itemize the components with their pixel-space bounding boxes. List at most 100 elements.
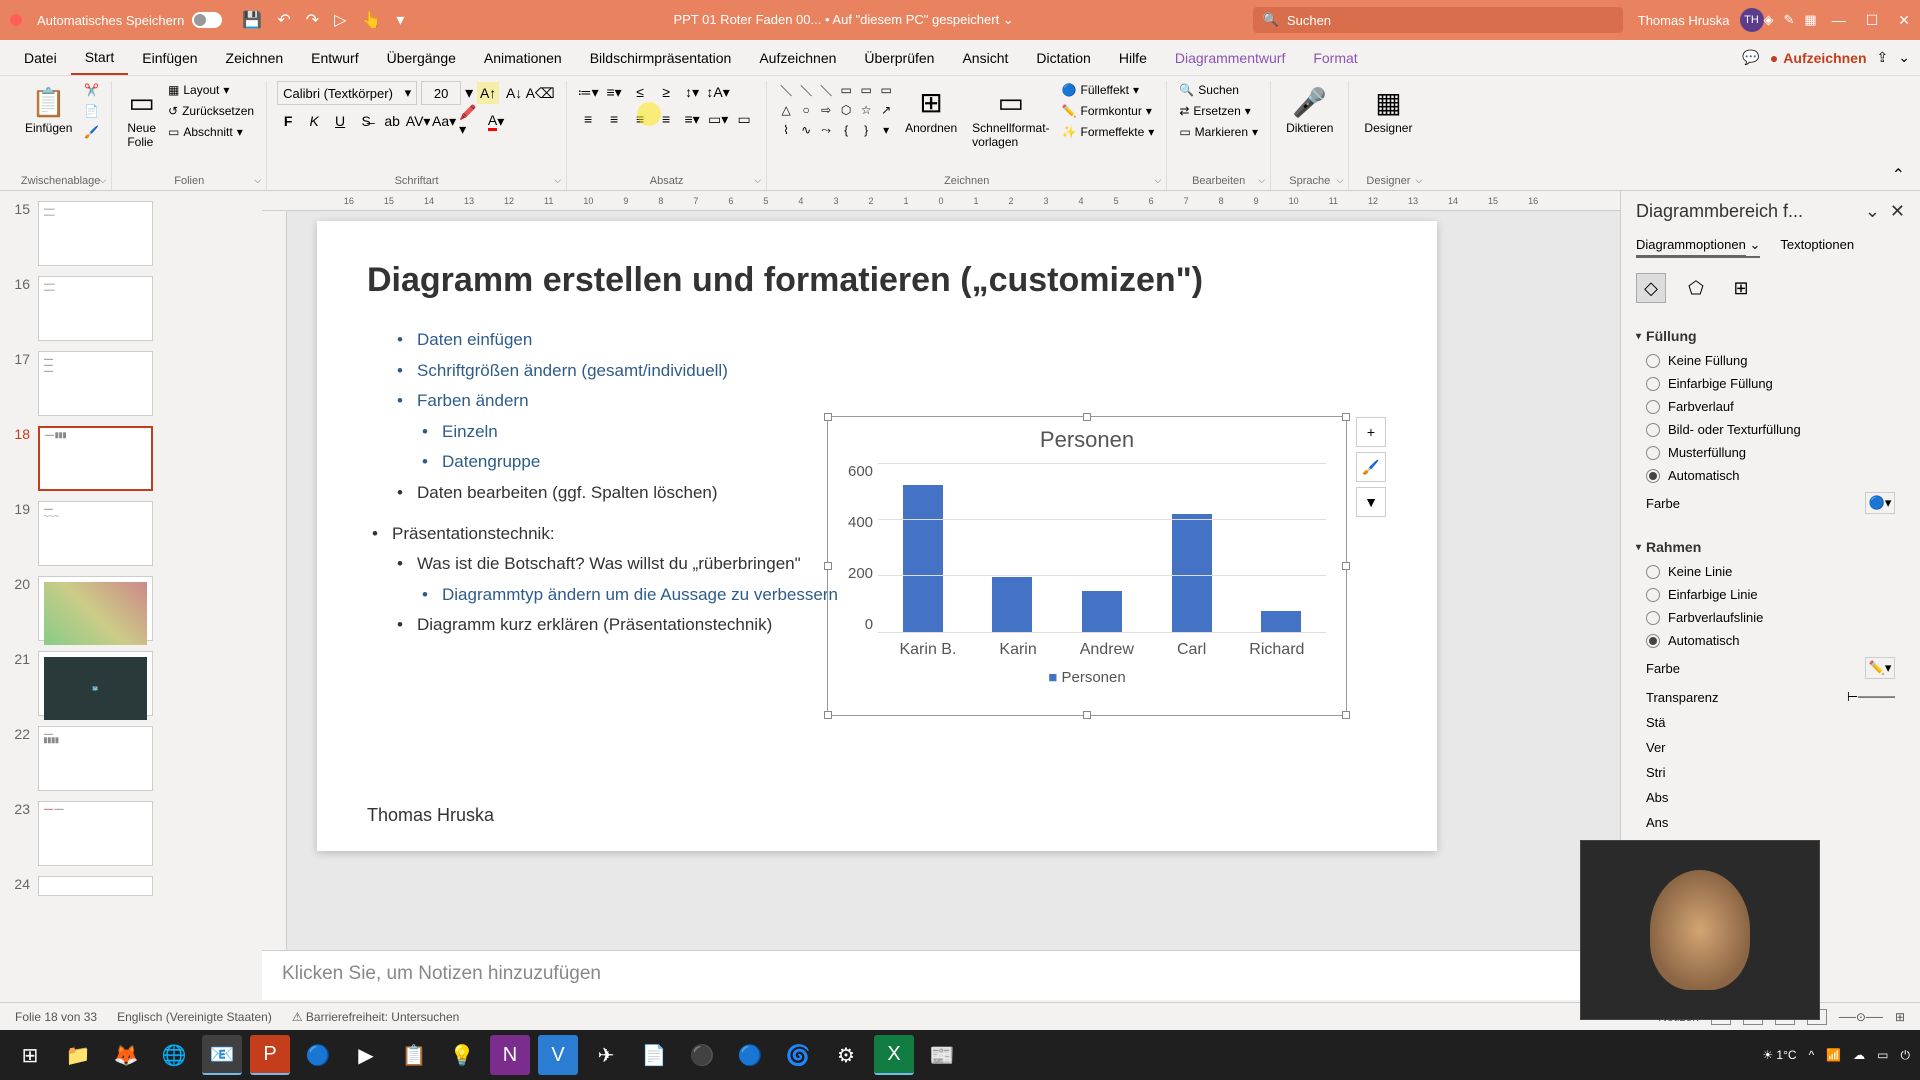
font-size-input[interactable]: 20 [421, 81, 461, 105]
tab-format[interactable]: Format [1299, 42, 1371, 74]
tab-bildschirm[interactable]: Bildschirmpräsentation [576, 42, 746, 74]
firefox-icon[interactable]: 🦊 [106, 1035, 146, 1075]
app-icon[interactable]: 🌀 [778, 1035, 818, 1075]
start-menu-icon[interactable]: ⊞ [10, 1035, 50, 1075]
app-icon[interactable]: 🔵 [298, 1035, 338, 1075]
app-icon[interactable]: 💡 [442, 1035, 482, 1075]
font-color-icon[interactable]: A▾ [485, 110, 507, 132]
spacing-icon[interactable]: AV▾ [407, 110, 429, 132]
minimize-icon[interactable]: — [1832, 12, 1846, 29]
resize-handle[interactable] [1083, 413, 1091, 421]
share-icon[interactable]: ⇪ [1877, 49, 1889, 66]
select-button[interactable]: ▭ Markieren ▾ [1177, 123, 1260, 141]
tab-animationen[interactable]: Animationen [470, 42, 576, 74]
chart-plot-area[interactable]: 600 400 200 0 [828, 463, 1346, 633]
chart-legend[interactable]: Personen [828, 659, 1346, 696]
close-icon[interactable]: ✕ [1898, 12, 1910, 29]
pen-icon[interactable]: ✎ [1784, 12, 1795, 28]
chart-filters-button[interactable]: ▼ [1356, 487, 1386, 517]
autosave-toggle[interactable]: Automatisches Speichern [37, 12, 222, 28]
bullets-icon[interactable]: ≔▾ [577, 81, 599, 103]
radio-solid-fill[interactable]: Einfarbige Füllung [1636, 372, 1905, 395]
bold-icon[interactable]: F [277, 110, 299, 132]
fill-line-icon[interactable]: ◇ [1636, 273, 1666, 303]
obs-icon[interactable]: ⚫ [682, 1035, 722, 1075]
tab-uebergaenge[interactable]: Übergänge [373, 42, 470, 74]
format-painter-button[interactable]: 🖌️ [82, 123, 101, 141]
bullet-item[interactable]: Farben ändern [367, 386, 1387, 417]
tray-cloud-icon[interactable]: ☁ [1853, 1048, 1865, 1062]
tab-entwurf[interactable]: Entwurf [297, 42, 372, 74]
shape-line-icon[interactable]: ＼ [777, 81, 795, 99]
transparency-slider[interactable]: ⊢──── [1847, 689, 1895, 705]
customize-qat-icon[interactable]: ▾ [396, 10, 404, 30]
numbering-icon[interactable]: ≡▾ [603, 81, 625, 103]
slide-thumbnail-17[interactable]: ━━━━━━━━━ [38, 351, 153, 416]
slide-thumbnail-18[interactable]: ━━━ ▊▊▊ [38, 426, 153, 491]
paste-button[interactable]: 📋Einfügen [20, 81, 77, 140]
chart-title[interactable]: Personen [828, 417, 1346, 463]
maximize-icon[interactable]: ☐ [1866, 12, 1879, 29]
section-header[interactable]: Rahmen [1636, 534, 1905, 560]
pane-dropdown-icon[interactable]: ⌄ [1865, 201, 1880, 222]
tray-icon[interactable]: ▭ [1877, 1048, 1888, 1062]
onenote-icon[interactable]: N [490, 1035, 530, 1075]
slide-panel[interactable]: 15══════ 16══════ 17━━━━━━━━━ 18━━━ ▊▊▊ … [0, 191, 262, 1000]
chart-bar[interactable] [1261, 611, 1301, 633]
vertical-ruler[interactable] [262, 211, 287, 950]
shape-rect-icon[interactable]: ▭ [837, 81, 855, 99]
slide-thumbnail-15[interactable]: ══════ [38, 201, 153, 266]
shape-star-icon[interactable]: ☆ [857, 101, 875, 119]
slide-footer[interactable]: Thomas Hruska [367, 805, 494, 826]
shape-brace-icon[interactable]: } [857, 121, 875, 139]
start-from-beginning-icon[interactable]: ▷ [334, 10, 346, 30]
case-icon[interactable]: Aa▾ [433, 110, 455, 132]
radio-no-line[interactable]: Keine Linie [1636, 560, 1905, 583]
section-button[interactable]: ▭ Abschnitt ▾ [166, 123, 256, 141]
radio-gradient-line[interactable]: Farbverlaufslinie [1636, 606, 1905, 629]
tab-zeichnen[interactable]: Zeichnen [212, 42, 298, 74]
language-indicator[interactable]: Englisch (Vereinigte Staaten) [117, 1010, 272, 1024]
slide-thumbnail-19[interactable]: ━━━～～～ [38, 501, 153, 566]
shapes-gallery[interactable]: ＼＼＼▭▭▭ △○⇨⬡☆↗ ⌇∿⤳{}▾ [777, 81, 895, 139]
effects-icon[interactable]: ⬠ [1681, 273, 1711, 303]
increase-font-icon[interactable]: A↑ [477, 82, 499, 104]
excel-icon[interactable]: X [874, 1035, 914, 1075]
bullet-item[interactable]: Schriftgrößen ändern (gesamt/individuell… [367, 356, 1387, 387]
vlc-icon[interactable]: ▶ [346, 1035, 386, 1075]
fit-to-window-icon[interactable]: ⊞ [1895, 1010, 1905, 1024]
calendar-icon[interactable]: ▦ [1804, 12, 1816, 28]
chart-bar[interactable] [992, 577, 1032, 633]
horizontal-ruler[interactable]: 1615141312111098765432101234567891011121… [262, 191, 1620, 211]
slide-thumbnail-24[interactable] [38, 876, 153, 896]
outline-button[interactable]: ✏️ Formkontur ▾ [1060, 102, 1157, 120]
radio-picture-fill[interactable]: Bild- oder Texturfüllung [1636, 418, 1905, 441]
shape-arrow-icon[interactable]: ↗ [877, 101, 895, 119]
zoom-slider[interactable]: ──⊙── [1839, 1010, 1883, 1024]
radio-solid-line[interactable]: Einfarbige Linie [1636, 583, 1905, 606]
resize-handle[interactable] [1342, 711, 1350, 719]
tab-hilfe[interactable]: Hilfe [1105, 42, 1161, 74]
radio-no-fill[interactable]: Keine Füllung [1636, 349, 1905, 372]
resize-handle[interactable] [1342, 413, 1350, 421]
diamond-icon[interactable]: ◈ [1764, 12, 1774, 28]
shape-brace-icon[interactable]: { [837, 121, 855, 139]
tab-einfuegen[interactable]: Einfügen [128, 42, 211, 74]
bullet-item[interactable]: Daten einfügen [367, 325, 1387, 356]
slide-thumbnail-16[interactable]: ══════ [38, 276, 153, 341]
highlight-icon[interactable]: 🖍️▾ [459, 110, 481, 132]
app-icon[interactable]: 📄 [634, 1035, 674, 1075]
tab-textoptionen[interactable]: Textoptionen [1780, 237, 1854, 258]
chrome-icon[interactable]: 🌐 [154, 1035, 194, 1075]
app-icon[interactable]: 📰 [922, 1035, 962, 1075]
redo-icon[interactable]: ↷ [306, 10, 319, 30]
resize-handle[interactable] [824, 711, 832, 719]
weather-widget[interactable]: ☀ 1°C [1762, 1048, 1796, 1062]
designer-button[interactable]: ▦Designer [1359, 81, 1417, 140]
mac-close-icon[interactable] [10, 14, 22, 26]
copy-button[interactable]: 📄 [82, 102, 101, 120]
tray-icon[interactable]: 📶 [1826, 1048, 1841, 1062]
align-center-icon[interactable]: ≡ [603, 108, 625, 130]
effects-button[interactable]: ✨ Formeffekte ▾ [1060, 123, 1157, 141]
shape-rect-icon[interactable]: ▭ [857, 81, 875, 99]
